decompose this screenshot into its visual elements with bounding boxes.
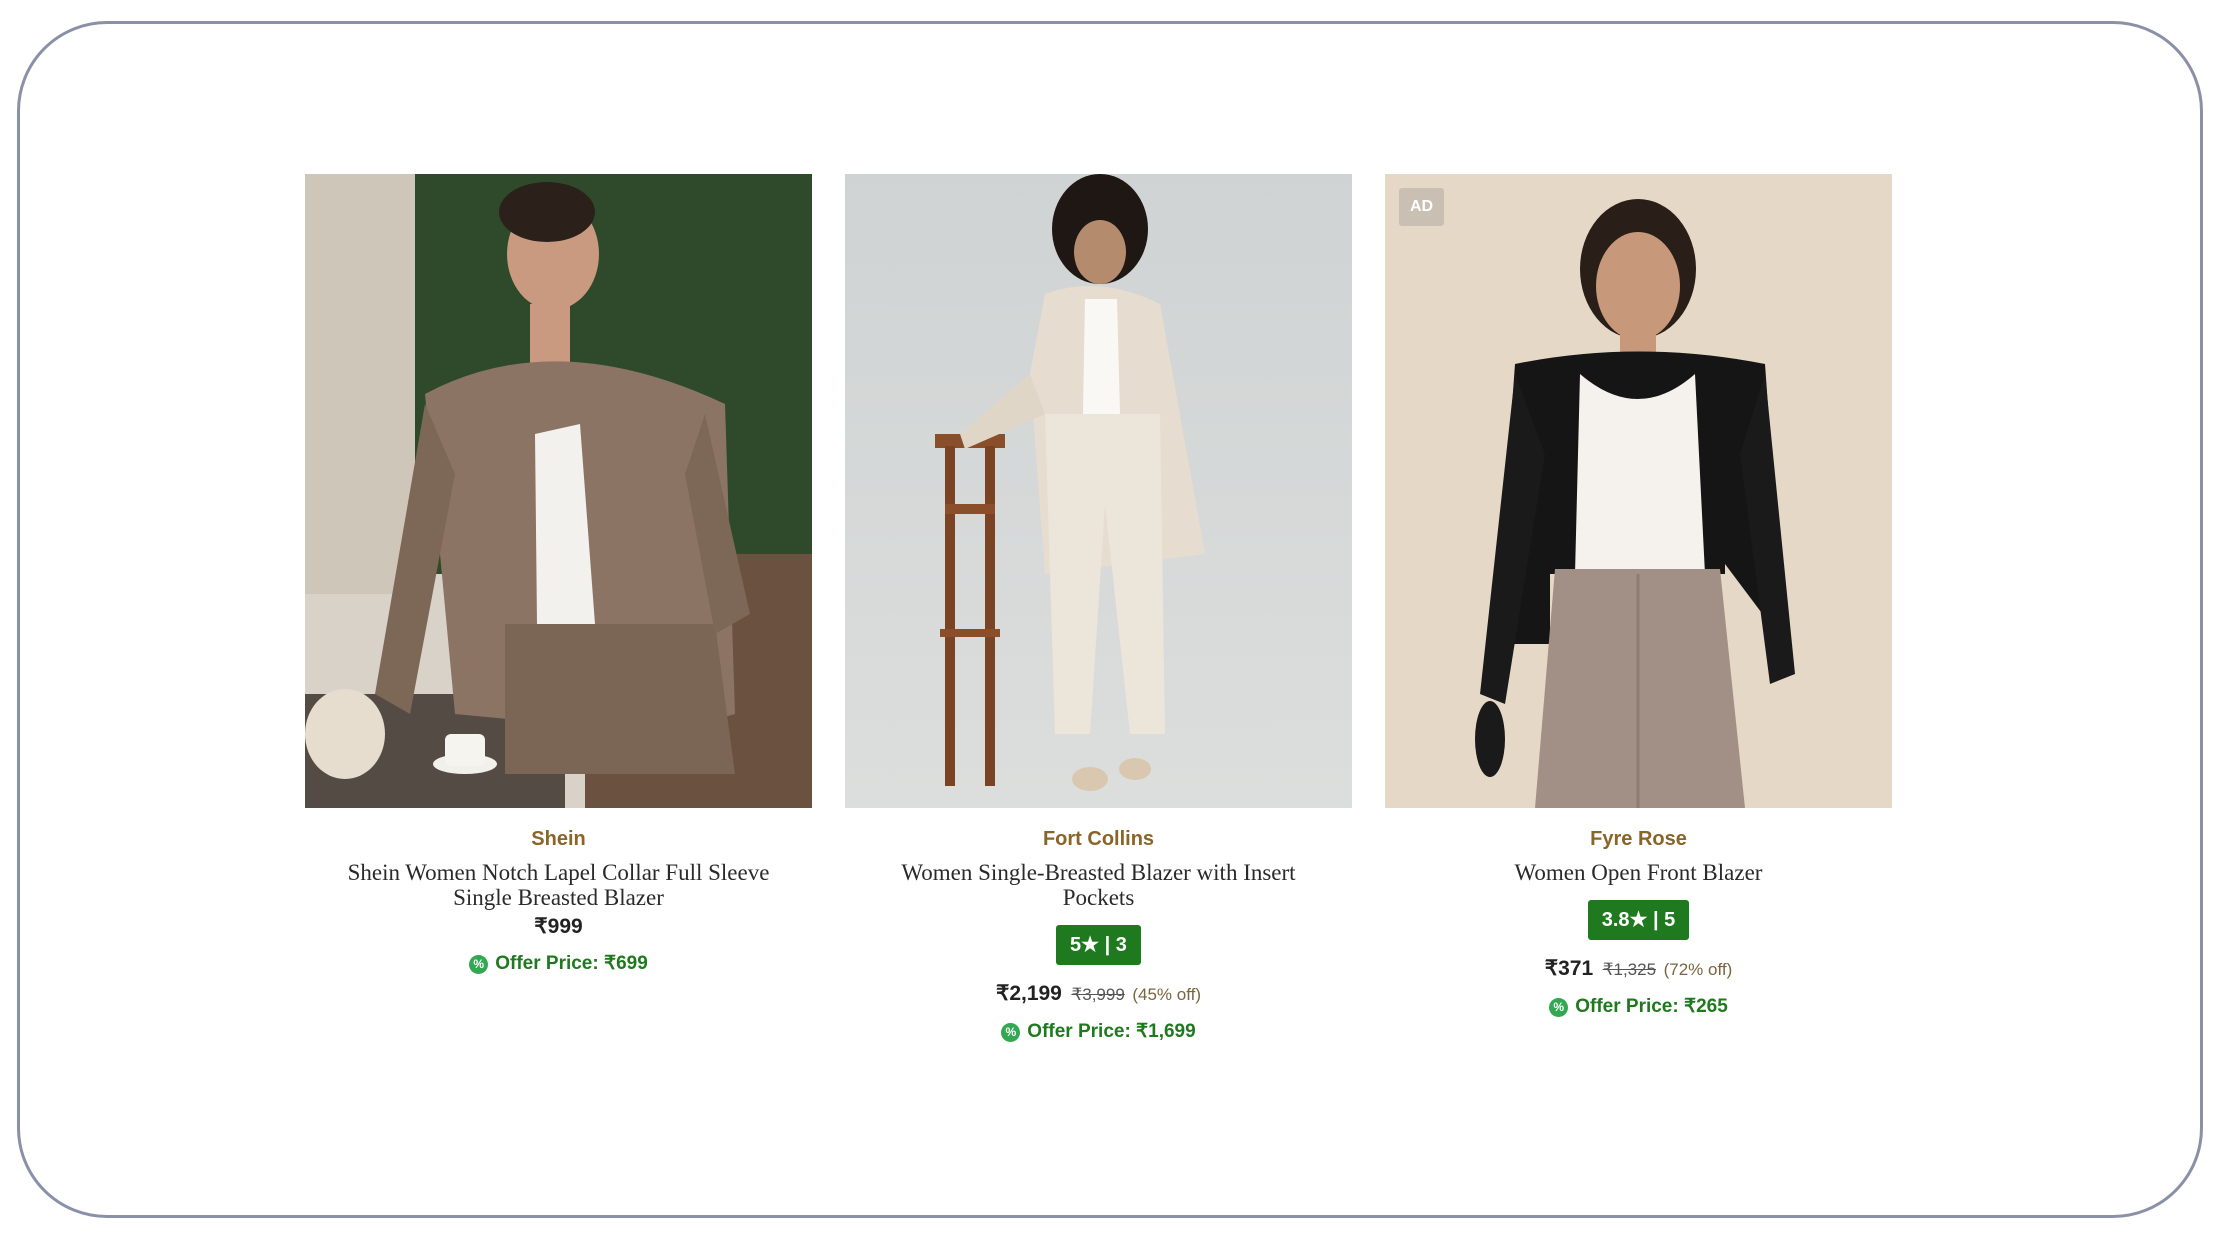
- ad-badge: AD: [1399, 188, 1445, 226]
- mrp-price: ₹3,999: [1071, 985, 1125, 1004]
- offer-price-label: Offer Price: ₹699: [495, 953, 648, 974]
- product-title[interactable]: Women Single-Breasted Blazer with Insert…: [845, 860, 1352, 910]
- product-image[interactable]: [305, 174, 812, 808]
- product-image[interactable]: [845, 174, 1352, 808]
- offer-percent-icon: %: [1001, 1022, 1021, 1042]
- brand-name: Shein: [531, 828, 586, 850]
- rating-badge: 5★ | 3: [1056, 925, 1141, 965]
- offer-price-label: Offer Price: ₹1,699: [1027, 1021, 1196, 1042]
- selling-price: ₹999: [534, 915, 583, 938]
- offer-price: % Offer Price: ₹265: [1385, 995, 1892, 1019]
- discount-percent: (45% off): [1132, 985, 1202, 1004]
- selling-price: ₹2,199: [995, 982, 1062, 1005]
- discount-percent: (72% off): [1663, 960, 1733, 979]
- mrp-price: ₹1,325: [1602, 960, 1657, 979]
- price-row: ₹999: [305, 914, 812, 940]
- offer-percent-icon: %: [469, 954, 489, 974]
- offer-percent-icon: %: [1549, 997, 1569, 1017]
- selling-price: ₹371: [1544, 957, 1594, 980]
- offer-price: % Offer Price: ₹699: [305, 952, 812, 976]
- product-title[interactable]: Women Open Front Blazer: [1385, 860, 1892, 885]
- offer-price: % Offer Price: ₹1,699: [845, 1020, 1352, 1044]
- product-card[interactable]: AD Fyre Rose Women Open Front Blazer 3.8…: [1385, 174, 1892, 1019]
- product-title[interactable]: Shein Women Notch Lapel Collar Full Slee…: [305, 860, 812, 910]
- offer-price-label: Offer Price: ₹265: [1575, 996, 1728, 1017]
- product-card[interactable]: Fort Collins Women Single-Breasted Blaze…: [845, 174, 1352, 1044]
- price-row: ₹371 ₹1,325 (72% off): [1385, 956, 1892, 983]
- brand-name: Fort Collins: [1042, 828, 1155, 850]
- brand-name: Fyre Rose: [1590, 828, 1687, 850]
- product-card[interactable]: Shein Shein Women Notch Lapel Collar Ful…: [305, 174, 812, 976]
- rating-badge: 3.8★ | 5: [1587, 900, 1690, 940]
- product-image[interactable]: AD: [1385, 174, 1892, 808]
- price-row: ₹2,199 ₹3,999 (45% off): [845, 981, 1352, 1008]
